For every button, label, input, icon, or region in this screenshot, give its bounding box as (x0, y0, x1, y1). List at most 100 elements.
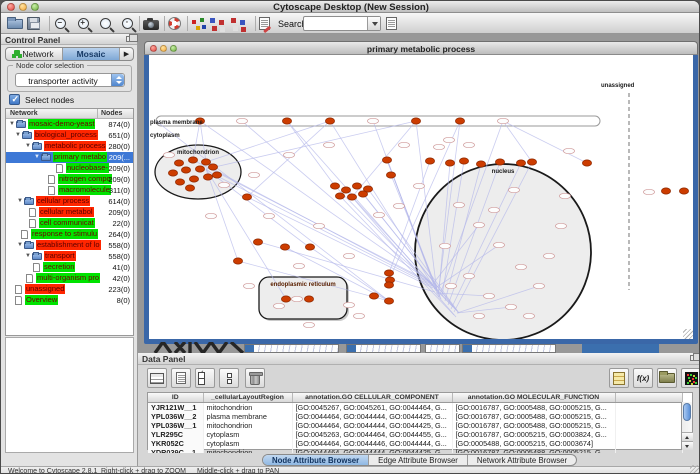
network-node[interactable] (253, 239, 262, 245)
network-node[interactable] (495, 159, 504, 165)
tree-row[interactable]: unassigned223(0) (6, 284, 133, 295)
network-node[interactable] (201, 159, 210, 165)
network-node[interactable] (411, 118, 420, 124)
network-node[interactable] (459, 158, 468, 164)
network-graph[interactable]: plasma membranecytoplasmmitochondrionnuc… (149, 55, 693, 339)
network-node[interactable] (414, 183, 425, 188)
tree-row[interactable]: Overview8(0) (6, 295, 133, 306)
expand-triangle-icon[interactable] (17, 196, 24, 207)
tree-row[interactable]: nitrogen compo209(0) (6, 174, 133, 185)
network-node[interactable] (274, 303, 285, 308)
search-options-button[interactable] (386, 15, 397, 32)
network-node[interactable] (476, 161, 485, 167)
background-window-fragment[interactable] (346, 344, 421, 353)
network-node[interactable] (344, 302, 355, 307)
network-node[interactable] (212, 172, 221, 178)
network-node[interactable] (524, 313, 535, 318)
network-node[interactable] (382, 157, 391, 163)
zoom-selected-button[interactable] (122, 15, 133, 32)
network-node[interactable] (244, 283, 255, 288)
network-node[interactable] (384, 282, 393, 288)
region-nucleus[interactable] (415, 164, 591, 339)
network-node[interactable] (352, 183, 361, 189)
tree-row[interactable]: cell communicat22(0) (6, 218, 133, 229)
network-node[interactable] (564, 148, 575, 153)
network-node[interactable] (292, 296, 303, 301)
tree-row[interactable]: secretion41(0) (6, 262, 133, 273)
unselect-attributes-button[interactable] (219, 368, 239, 388)
network-node[interactable] (304, 322, 315, 327)
network-node[interactable] (534, 283, 545, 288)
network-node[interactable] (188, 157, 197, 163)
network-node[interactable] (386, 172, 395, 178)
network-node[interactable] (237, 118, 248, 123)
table-header-row[interactable]: ID_cellularLayoutRegionannotation.GO CEL… (148, 393, 682, 402)
network-node[interactable] (335, 193, 344, 199)
network-node[interactable] (516, 264, 527, 269)
tree-row[interactable]: primary metabo209(... (6, 152, 133, 163)
scrollbar-thumb[interactable] (683, 403, 691, 421)
table-column-header[interactable]: annotation.GO MOLECULAR_FUNCTION (452, 393, 615, 402)
network-node[interactable] (358, 191, 367, 197)
network-node[interactable] (164, 152, 175, 157)
network-node[interactable] (464, 273, 475, 278)
tree-row[interactable]: response to stimulu264(0) (6, 229, 133, 240)
tab-network[interactable]: Network (6, 48, 63, 60)
expand-triangle-icon[interactable] (9, 119, 16, 130)
tree-row[interactable]: transport558(0) (6, 251, 133, 262)
table-row[interactable]: YLR295Ccytoplasm[GO:0045263, GO:0044464,… (148, 430, 682, 439)
dropdown-stepper-icon[interactable] (111, 74, 124, 86)
network-node[interactable] (168, 170, 177, 176)
network-node[interactable] (281, 296, 290, 302)
tab-mosaic[interactable]: Mosaic (63, 48, 120, 60)
tree-row[interactable]: macromolecule311(0) (6, 185, 133, 196)
network-node[interactable] (305, 244, 314, 250)
network-node[interactable] (282, 118, 291, 124)
network-node[interactable] (560, 193, 571, 198)
expand-triangle-icon[interactable] (34, 152, 41, 163)
search-dropdown-arrow-icon[interactable] (367, 17, 380, 30)
network-node[interactable] (527, 159, 536, 165)
network-node[interactable] (181, 167, 190, 173)
tree-row[interactable]: metabolic process280(0) (6, 141, 133, 152)
network-node[interactable] (516, 160, 525, 166)
network-view-window[interactable]: primary metabolic process plasma membran… (144, 41, 698, 344)
tree-column-divider[interactable] (97, 109, 98, 119)
expand-triangle-icon[interactable] (17, 240, 24, 251)
table-row[interactable]: YPL036W__2plasma membrane[GO:0044464, GO… (148, 412, 682, 421)
table-column-header[interactable] (615, 393, 682, 402)
new-attribute-button[interactable] (171, 368, 191, 388)
network-node[interactable] (444, 137, 455, 142)
network-node[interactable] (446, 283, 457, 288)
tab-network-attribute-browser[interactable]: Network Attribute Browser (468, 455, 576, 465)
zoom-in-button[interactable] (78, 15, 89, 32)
network-node[interactable] (474, 313, 485, 318)
network-node[interactable] (325, 118, 334, 124)
table-column-header[interactable]: ID (148, 393, 203, 402)
network-node[interactable] (175, 179, 184, 185)
scroll-up-icon[interactable] (682, 432, 693, 441)
network-node[interactable] (208, 164, 217, 170)
node-color-dropdown[interactable]: transporter activity (15, 73, 125, 87)
network-node[interactable] (425, 158, 434, 164)
network-node[interactable] (440, 243, 451, 248)
import-attributes-button[interactable] (657, 368, 677, 388)
help-button[interactable] (168, 15, 181, 32)
network-node[interactable] (679, 188, 688, 194)
network-node[interactable] (384, 270, 393, 276)
network-node[interactable] (455, 118, 464, 124)
network-node[interactable] (219, 182, 230, 187)
network-node[interactable] (347, 194, 356, 200)
save-session-button[interactable] (27, 15, 40, 32)
network-node[interactable] (509, 187, 520, 192)
tab-overflow-arrow-icon[interactable]: ▶ (120, 48, 133, 60)
window-resize-grip[interactable] (683, 329, 693, 339)
network-node[interactable] (644, 189, 655, 194)
network-node[interactable] (242, 194, 251, 200)
network-node[interactable] (341, 187, 350, 193)
network-node[interactable] (489, 207, 500, 212)
network-node[interactable] (344, 253, 355, 258)
tree-row[interactable]: multi-organism pro42(0) (6, 273, 133, 284)
network-node[interactable] (206, 213, 217, 218)
network-node[interactable] (399, 142, 410, 147)
